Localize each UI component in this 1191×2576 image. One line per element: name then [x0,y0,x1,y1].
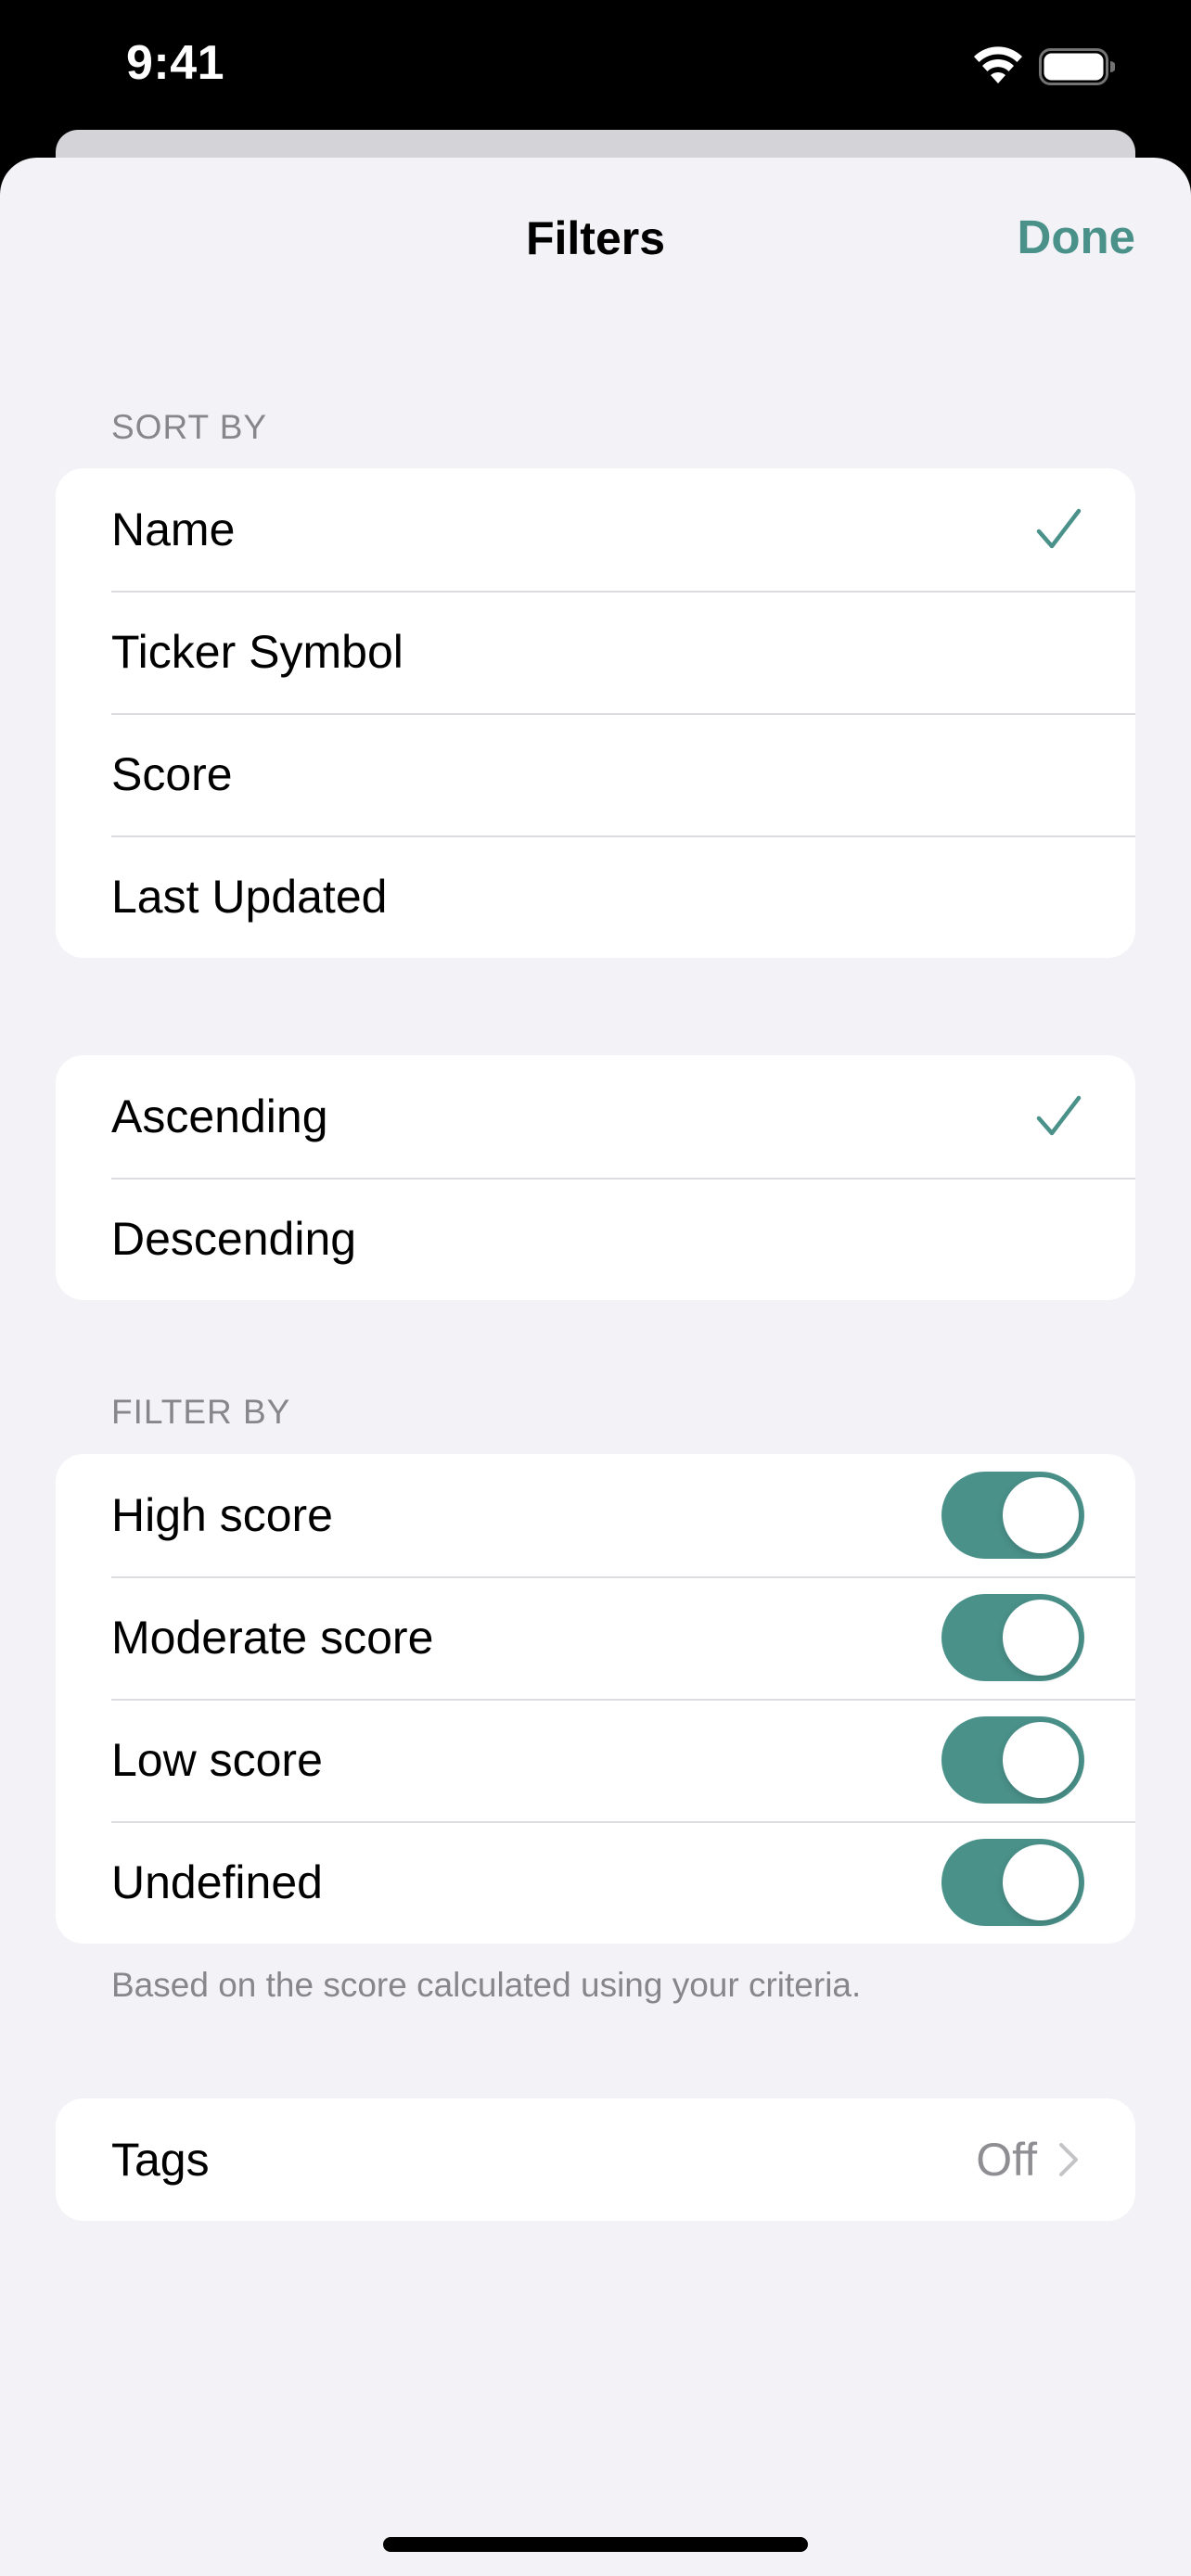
filter-label: Undefined [111,1856,323,1908]
filter-moderate-score-row: Moderate score [56,1576,1135,1699]
filter-by-footer: Based on the score calculated using your… [111,1966,862,2004]
status-time: 9:41 [126,36,225,90]
wifi-icon [974,46,1022,83]
sort-option-last-updated[interactable]: Last Updated [56,835,1135,958]
sort-option-label: Ticker Symbol [111,626,403,678]
sort-option-ticker-symbol[interactable]: Ticker Symbol [56,591,1135,713]
high-score-toggle[interactable] [941,1472,1084,1559]
filter-by-group: High score Moderate score Low score Unde… [56,1454,1135,1944]
toggle-knob [1003,1844,1079,1920]
status-bar: 9:41 [0,0,1191,130]
order-option-label: Ascending [111,1090,328,1142]
checkmark-icon [1036,508,1082,549]
low-score-toggle[interactable] [941,1716,1084,1804]
tags-row[interactable]: Tags Off [56,2098,1135,2221]
filter-label: Low score [111,1734,323,1786]
sort-by-header: SORT BY [111,408,268,446]
sort-option-label: Last Updated [111,871,388,923]
tags-group: Tags Off [56,2098,1135,2221]
toggle-knob [1003,1722,1079,1798]
checkmark-icon [1036,1095,1082,1136]
sort-order-group: Ascending Descending [56,1055,1135,1300]
filters-sheet: Filters Done SORT BY Name Ticker Symbol … [0,158,1191,2576]
moderate-score-toggle[interactable] [941,1594,1084,1681]
screen: 9:41 Filters Done SORT BY Name Ticker Sy… [0,0,1191,2576]
filter-label: High score [111,1489,333,1541]
filter-by-header: FILTER BY [111,1393,291,1431]
order-option-ascending[interactable]: Ascending [56,1055,1135,1178]
sort-option-name[interactable]: Name [56,468,1135,591]
undefined-toggle[interactable] [941,1839,1084,1926]
sort-option-score[interactable]: Score [56,713,1135,835]
sort-by-group: Name Ticker Symbol Score Last Updated [56,468,1135,958]
order-option-descending[interactable]: Descending [56,1178,1135,1300]
toggle-knob [1003,1477,1079,1553]
filter-undefined-row: Undefined [56,1821,1135,1944]
sort-option-label: Name [111,504,236,555]
home-indicator [383,2537,808,2552]
filter-label: Moderate score [111,1612,434,1664]
filter-low-score-row: Low score [56,1699,1135,1821]
filter-high-score-row: High score [56,1454,1135,1576]
page-title: Filters [525,212,666,264]
toggle-knob [1003,1600,1079,1676]
sort-option-label: Score [111,748,233,800]
tags-value: Off [976,2134,1037,2186]
battery-icon [1039,48,1115,85]
tags-label: Tags [111,2134,210,2186]
done-button[interactable]: Done [1018,210,1136,264]
chevron-right-icon [1059,2143,1078,2176]
order-option-label: Descending [111,1213,357,1265]
